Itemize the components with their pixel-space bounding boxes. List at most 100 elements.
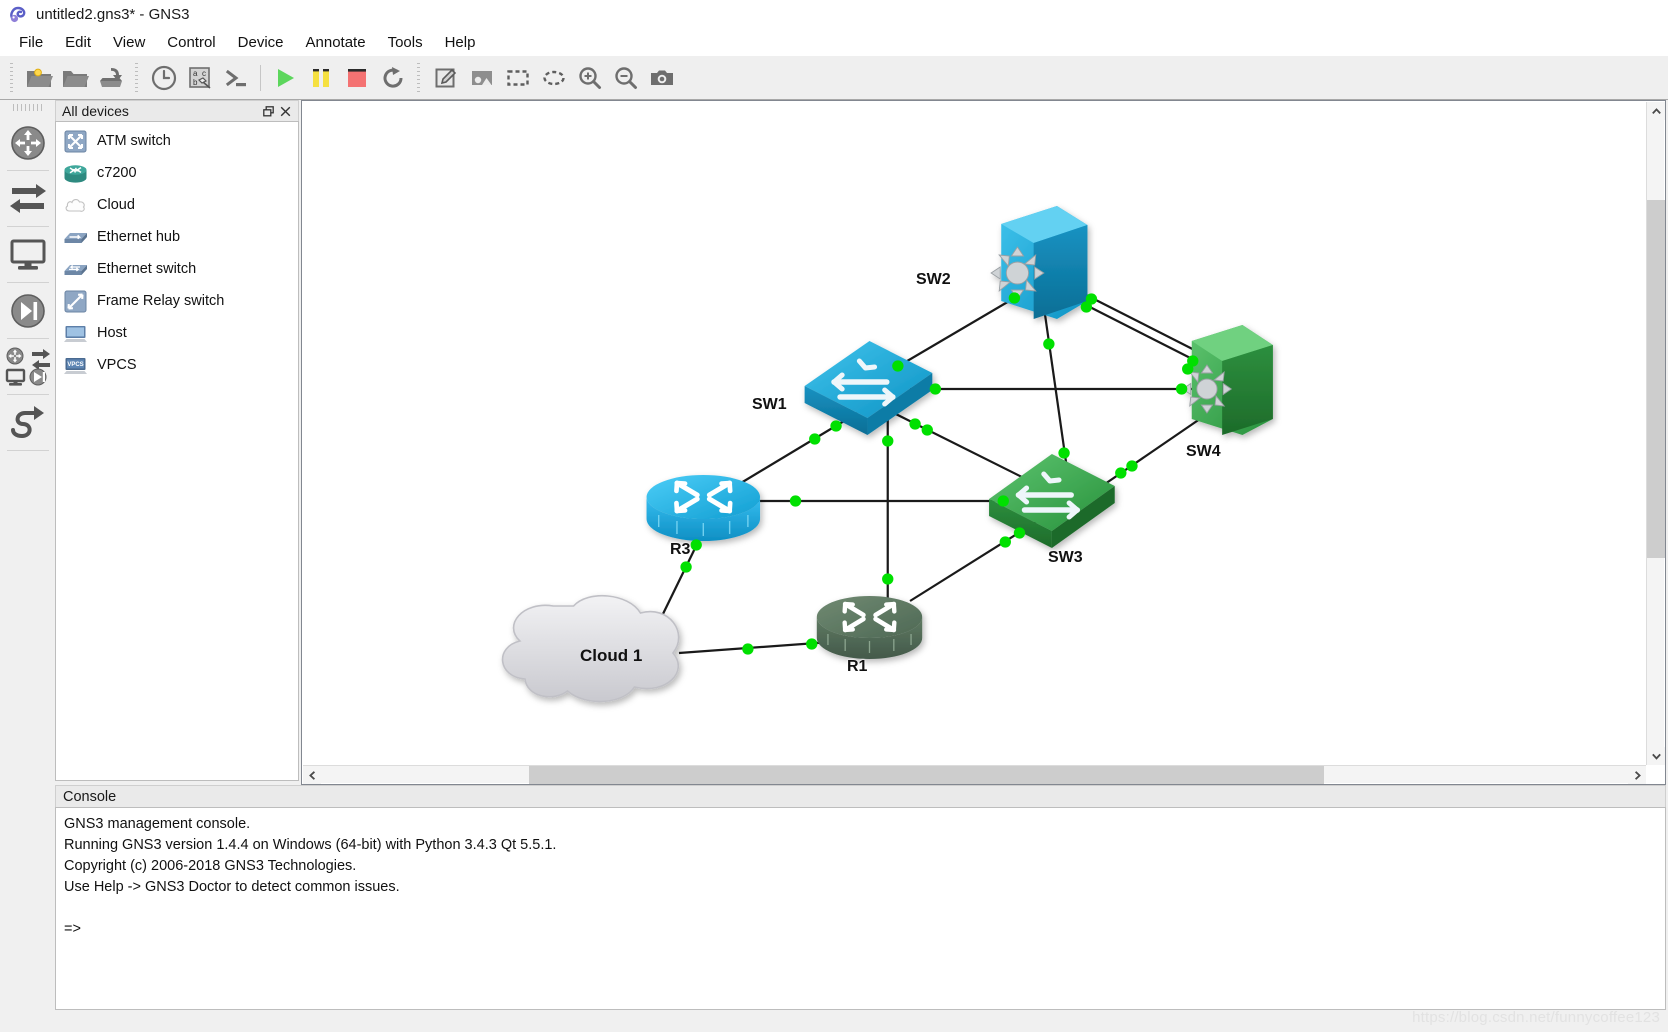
link-status-dot[interactable] [892,360,904,372]
draw-rectangle-icon[interactable] [500,60,536,96]
console-output[interactable]: GNS3 management console. Running GNS3 ve… [55,807,1666,1010]
chevron-left-icon[interactable] [303,766,321,784]
topology-canvas-frame: SW2 SW1 SW4 SW3 R3 R1 Cloud 1 [301,100,1666,785]
menu-view[interactable]: View [102,31,156,54]
canvas-vertical-scrollbar[interactable] [1646,102,1665,765]
ethernet-hub-icon [63,225,88,250]
link-status-dot[interactable] [1126,460,1138,472]
draw-ellipse-icon[interactable] [536,60,572,96]
device-item-ethernet-switch[interactable]: Ethernet switch [56,253,298,285]
menu-file[interactable]: File [8,31,54,54]
link-sw3-sw4[interactable] [1099,418,1201,488]
canvas-horizontal-scrollbar[interactable] [303,765,1646,784]
start-play-icon[interactable] [267,60,303,96]
host-icon [63,321,88,346]
node-label-r1: R1 [847,658,868,675]
menu-edit[interactable]: Edit [54,31,102,54]
link-status-dot[interactable] [809,433,821,445]
link-status-dot[interactable] [742,643,754,655]
toolbar-drag-handle-3[interactable] [415,62,424,93]
link-status-dot[interactable] [1043,338,1055,350]
device-item-frame-relay-switch[interactable]: Frame Relay switch [56,285,298,317]
link-status-dot[interactable] [1013,527,1026,539]
chevron-up-icon[interactable] [1647,102,1665,120]
device-label: ATM switch [97,133,171,149]
link-status-dot[interactable] [997,495,1009,507]
menu-tools[interactable]: Tools [377,31,434,54]
device-item-c7200[interactable]: c7200 [56,157,298,189]
new-project-icon[interactable] [21,60,57,96]
device-label: c7200 [97,165,137,181]
canvas-horizontal-scroll-thumb[interactable] [529,766,1324,784]
svg-text:VPCS: VPCS [67,362,83,368]
rail-security-devices[interactable] [2,283,54,338]
rail-end-devices[interactable] [2,227,54,282]
link-status-dot[interactable] [882,573,894,585]
link-status-dot[interactable] [999,536,1011,548]
chevron-down-icon[interactable] [1647,747,1665,765]
link-status-dot[interactable] [1058,447,1070,459]
chevron-right-icon[interactable] [1628,766,1646,784]
screenshot-camera-icon[interactable] [644,60,680,96]
stop-icon[interactable] [339,60,375,96]
pause-icon[interactable] [303,60,339,96]
rail-drag-handle[interactable] [12,104,43,111]
device-list[interactable]: ATM switch c7200 Cloud Ethernet hub Ethe… [55,121,299,781]
link-status-dot[interactable] [882,435,894,447]
zoom-out-icon[interactable] [608,60,644,96]
menu-help[interactable]: Help [434,31,487,54]
snapshot-clock-icon[interactable] [146,60,182,96]
device-item-cloud[interactable]: Cloud [56,189,298,221]
node-r1[interactable] [816,596,923,659]
link-status-dot[interactable] [1115,467,1127,479]
toolbar-drag-handle-2[interactable] [133,62,142,93]
toolbar-drag-handle-1[interactable] [8,62,17,93]
menu-annotate[interactable]: Annotate [295,31,377,54]
link-status-dot[interactable] [1175,383,1188,395]
reload-icon[interactable] [375,60,411,96]
save-project-icon[interactable] [93,60,129,96]
toolbar-group-annotate [428,60,680,96]
node-sw2[interactable] [990,206,1088,319]
device-item-atm-switch[interactable]: ATM switch [56,125,298,157]
menu-device[interactable]: Device [227,31,295,54]
open-project-icon[interactable] [57,60,93,96]
device-item-vpcs[interactable]: VPCS VPCS [56,349,298,381]
device-label: Frame Relay switch [97,293,225,309]
topology-canvas-wrap: SW2 SW1 SW4 SW3 R3 R1 Cloud 1 [301,100,1668,785]
device-item-host[interactable]: Host [56,317,298,349]
link-status-dot[interactable] [921,424,933,436]
close-icon[interactable] [277,103,294,120]
console-prompt-icon[interactable] [218,60,254,96]
zoom-in-icon[interactable] [572,60,608,96]
link-status-dot[interactable] [806,638,818,650]
link-status-dot[interactable] [690,539,702,551]
rail-switches[interactable] [2,171,54,226]
link-status-dot[interactable] [909,418,921,430]
link-status-dot[interactable] [789,495,802,507]
topology-canvas[interactable] [302,101,1665,784]
show-interface-labels-icon[interactable]: a c b [182,60,218,96]
device-label: Ethernet switch [97,261,197,277]
menu-control[interactable]: Control [156,31,226,54]
link-status-dot[interactable] [929,383,942,395]
link-status-dot[interactable] [1008,292,1021,304]
vpcs-icon: VPCS [63,353,88,378]
insert-image-icon[interactable] [464,60,500,96]
rail-routers[interactable] [2,115,54,170]
canvas-vertical-scroll-thumb[interactable] [1647,200,1665,558]
link-status-dot[interactable] [830,420,842,432]
node-sw4[interactable] [1181,325,1273,435]
dock-title-bar: All devices [55,100,299,121]
restore-window-icon[interactable] [260,103,277,120]
rail-all-devices[interactable] [2,339,54,394]
link-status-dot[interactable] [1187,355,1199,367]
node-r3[interactable] [646,475,761,541]
all-devices-dock: All devices ATM switch c7200 Cloud Ether… [55,100,301,785]
device-item-ethernet-hub[interactable]: Ethernet hub [56,221,298,253]
add-note-icon[interactable] [428,60,464,96]
console-prompt[interactable]: => [64,919,1657,940]
rail-add-link[interactable] [2,395,54,450]
link-status-dot[interactable] [680,561,692,573]
link-status-dot[interactable] [1085,293,1098,305]
